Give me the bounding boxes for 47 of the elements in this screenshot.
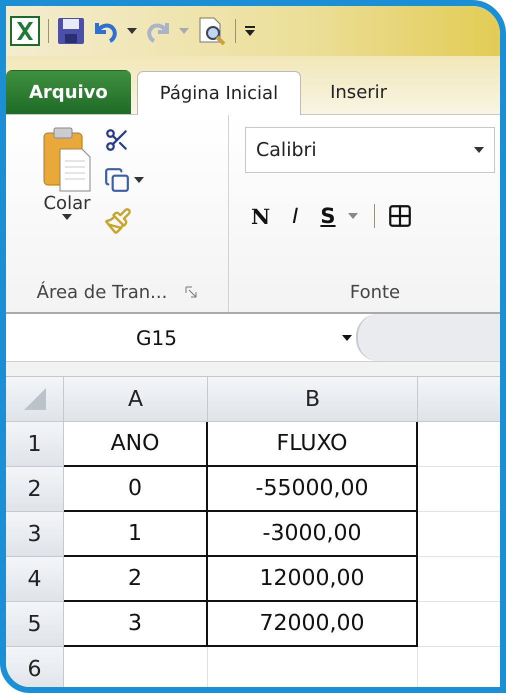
column-header[interactable]: B	[208, 377, 418, 422]
table-cell: -3000,00	[208, 512, 418, 557]
caret-icon	[127, 28, 137, 34]
table-cell: -55000,00	[208, 467, 418, 512]
table-cell: 1	[64, 512, 208, 557]
row-header[interactable]: 3	[6, 512, 64, 557]
ribbon-tab[interactable]: Página Inicial	[136, 71, 302, 115]
print-preview-icon[interactable]	[197, 16, 227, 46]
copy-button[interactable]	[102, 165, 146, 195]
row-header[interactable]: 6	[6, 647, 64, 687]
table-cell: 3	[64, 602, 208, 647]
underline-button[interactable]: S	[314, 202, 364, 230]
font-dropdown[interactable]: Calibri	[245, 127, 495, 173]
table-cell: 12000,00	[208, 557, 418, 602]
table-cell: 72000,00	[208, 602, 418, 647]
bold-button[interactable]: N	[245, 202, 276, 230]
copy-icon	[104, 167, 130, 193]
ribbon-tab[interactable]: Inserir	[307, 70, 410, 114]
caret-icon	[62, 214, 72, 220]
table-cell: ANO	[64, 422, 208, 467]
table-cell: 2	[64, 557, 208, 602]
scissors-icon	[104, 127, 130, 153]
borders-icon	[386, 203, 413, 229]
row-header[interactable]: 1	[6, 422, 64, 467]
column-header[interactable]: A	[64, 377, 208, 422]
row-header[interactable]: 4	[6, 557, 64, 602]
brush-icon	[104, 207, 132, 235]
italic-button[interactable]: I	[286, 202, 304, 230]
group-label: Área de Tran...	[36, 282, 168, 302]
dialog-launcher-icon[interactable]	[185, 286, 198, 298]
row-header[interactable]: 5	[6, 602, 64, 647]
caret-icon	[348, 213, 358, 219]
caret-icon	[474, 147, 484, 153]
row-header[interactable]: 2	[6, 467, 64, 512]
customize-toolbar-icon[interactable]	[244, 25, 256, 37]
table-cell: 0	[64, 467, 208, 512]
group-label: Fonte	[350, 282, 400, 302]
save-icon[interactable]	[57, 17, 85, 45]
select-all-icon	[24, 388, 46, 410]
caret-icon	[134, 177, 144, 183]
excel-logo-icon[interactable]	[10, 16, 40, 46]
file-tab[interactable]: Arquivo	[6, 70, 131, 114]
caret-icon	[179, 28, 189, 34]
caret-icon	[342, 334, 352, 340]
clipboard-icon	[42, 127, 92, 193]
table-cell: FLUXO	[208, 422, 418, 467]
paste-button[interactable]: Colar	[6, 115, 102, 272]
